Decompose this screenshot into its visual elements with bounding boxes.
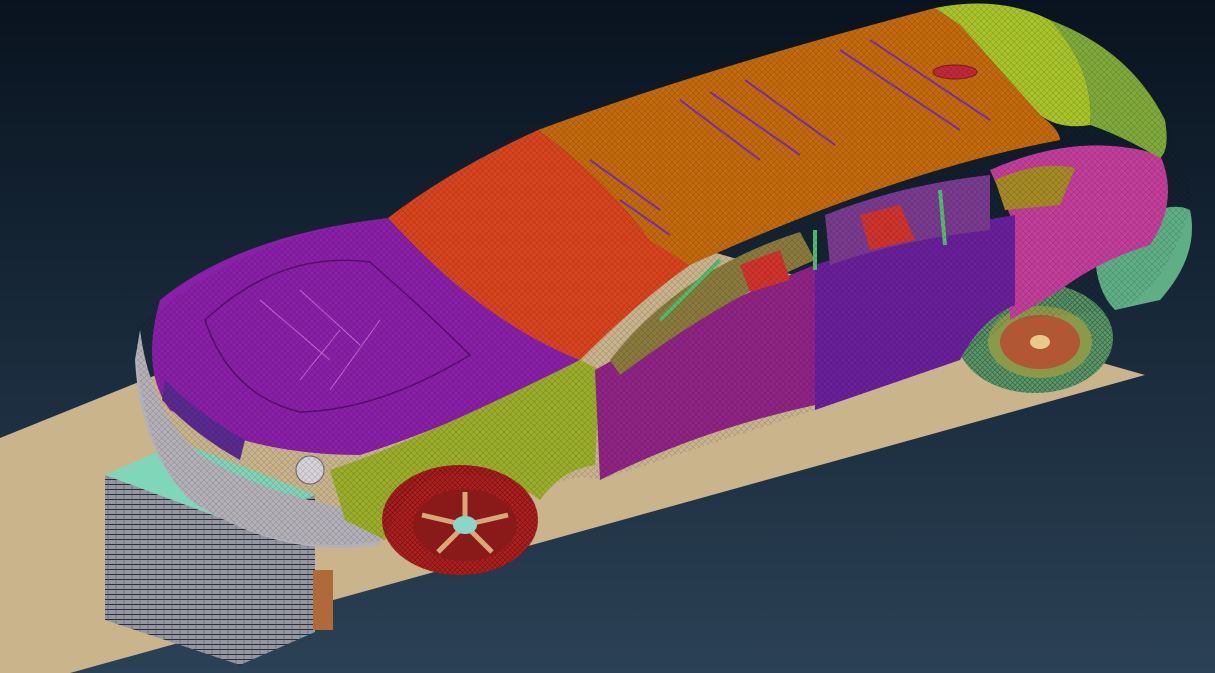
3d-viewport[interactable] bbox=[0, 0, 1215, 673]
vehicle-scene[interactable] bbox=[0, 0, 1215, 673]
barrier-mount bbox=[313, 570, 333, 630]
